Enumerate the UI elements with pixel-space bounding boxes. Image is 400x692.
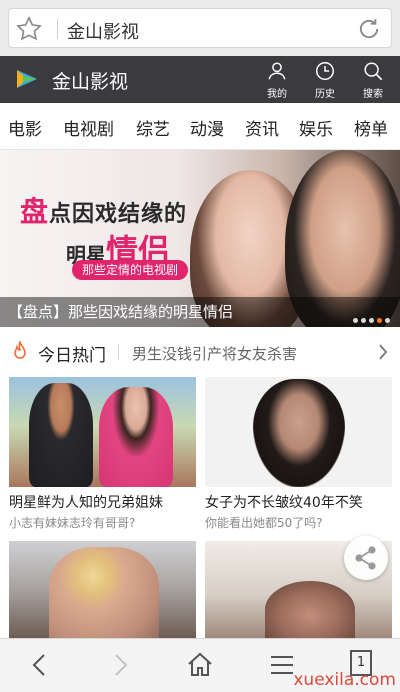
nav-item-entertainment[interactable]: 娱乐 xyxy=(299,115,333,140)
card-title[interactable]: 女子为不长皱纹40年不笑 xyxy=(205,492,392,512)
address-bar[interactable]: 金山影视 xyxy=(8,8,392,48)
share-button[interactable] xyxy=(344,536,388,580)
nav-item-anime[interactable]: 动漫 xyxy=(190,115,224,140)
thumb-figure-woman xyxy=(253,379,345,487)
browser-toolbar: 1 xuexila.com xyxy=(0,638,400,692)
fire-icon xyxy=(14,341,26,359)
forward-icon[interactable] xyxy=(104,649,136,681)
nav-item-news[interactable]: 资讯 xyxy=(245,115,279,140)
user-icon xyxy=(268,62,286,80)
logo-icon[interactable] xyxy=(14,66,40,92)
nav-item-movies[interactable]: 电影 xyxy=(8,115,42,140)
carousel-dots xyxy=(350,308,390,323)
star-icon[interactable] xyxy=(15,15,43,43)
news-card[interactable]: 女子为不长皱纹40年不笑 你能看出她都50了吗? xyxy=(205,377,392,531)
carousel-dot[interactable] xyxy=(353,318,358,323)
card-thumbnail[interactable] xyxy=(9,377,196,487)
home-icon[interactable] xyxy=(184,649,216,681)
history-button[interactable]: 历史 xyxy=(307,60,343,100)
search-label: 搜索 xyxy=(363,89,383,100)
thumb-figure xyxy=(265,581,355,638)
watermark: xuexila.com xyxy=(293,670,396,690)
search-icon xyxy=(364,62,383,81)
category-nav: 电影 电视剧 综艺 动漫 资讯 娱乐 榜单 xyxy=(0,103,400,150)
hot-separator xyxy=(118,344,119,360)
my-account-button[interactable]: 我的 xyxy=(259,60,295,100)
carousel-dot[interactable] xyxy=(385,318,390,323)
browser-address-area: 金山影视 xyxy=(0,0,400,56)
card-thumbnail[interactable] xyxy=(9,541,196,638)
chevron-right-icon[interactable] xyxy=(376,342,390,362)
nav-item-variety[interactable]: 综艺 xyxy=(136,115,170,140)
history-label: 历史 xyxy=(315,89,335,100)
carousel-dot[interactable] xyxy=(361,318,366,323)
thumb-figure-woman xyxy=(99,387,173,487)
card-title[interactable]: 明星鲜为人知的兄弟姐妹 xyxy=(9,492,196,512)
banner-pill-tag: 那些定情的电视剧 xyxy=(72,260,189,280)
news-card[interactable] xyxy=(9,541,196,638)
banner-title-rest: 点因戏结缘的 xyxy=(49,202,188,227)
thumb-figure-man xyxy=(29,383,93,487)
carousel-dot[interactable] xyxy=(369,318,374,323)
thumb-figure xyxy=(49,547,159,638)
share-icon xyxy=(355,546,376,570)
hot-label: 今日热门 xyxy=(38,346,106,366)
address-separator xyxy=(57,19,58,39)
back-icon[interactable] xyxy=(24,649,56,681)
my-account-label: 我的 xyxy=(267,89,287,100)
search-button[interactable]: 搜索 xyxy=(355,60,391,100)
banner-title-mark: 盘 xyxy=(20,195,50,228)
card-subtitle: 小志有妹妹志玲有哥哥? xyxy=(9,516,136,530)
card-thumbnail[interactable] xyxy=(205,377,392,487)
refresh-icon[interactable] xyxy=(355,15,383,43)
site-title[interactable]: 金山影视 xyxy=(52,67,128,94)
card-subtitle: 你能看出她都50了吗? xyxy=(205,516,323,530)
news-card[interactable]: 明星鲜为人知的兄弟姐妹 小志有妹妹志玲有哥哥? xyxy=(9,377,196,531)
nav-item-tv[interactable]: 电视剧 xyxy=(63,115,114,140)
site-header: 金山影视 我的 历史 搜索 xyxy=(0,56,400,103)
hot-headline[interactable]: 男生没钱引产将女友杀害 xyxy=(132,343,297,364)
address-text[interactable]: 金山影视 xyxy=(67,18,139,44)
hot-today-row[interactable]: 今日热门 男生没钱引产将女友杀害 xyxy=(0,327,400,377)
banner-caption[interactable]: 【盘点】那些因戏结缘的明星情侣 xyxy=(0,297,400,327)
banner-carousel[interactable]: 盘点因戏结缘的 明星情侣 那些定情的电视剧 【盘点】那些因戏结缘的明星情侣 xyxy=(0,150,400,327)
banner-title-line1: 盘点因戏结缘的 xyxy=(20,190,187,230)
carousel-dot[interactable] xyxy=(377,318,382,323)
nav-item-rankings[interactable]: 榜单 xyxy=(354,115,388,140)
clock-icon xyxy=(316,62,334,80)
